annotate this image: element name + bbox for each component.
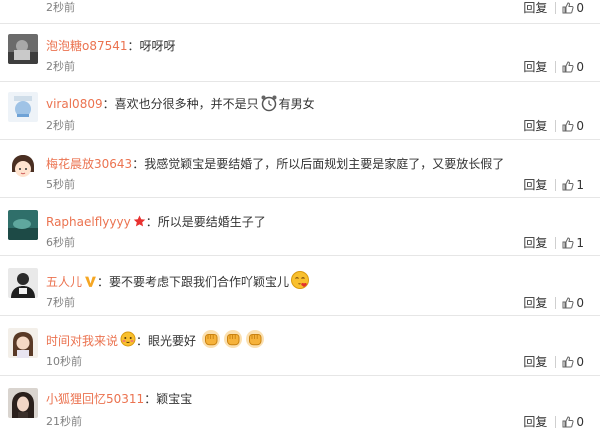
- comment-item: viral0809：喜欢也分很多种，并不是只 有男女 2秒前 回复 0: [0, 82, 600, 140]
- fist-emoji: [223, 329, 243, 355]
- avatar[interactable]: [8, 210, 38, 240]
- comment-item: 时间对我来说 ：眼光要好 10秒前 回复 0: [0, 316, 600, 376]
- avatar[interactable]: [8, 152, 38, 182]
- like-count[interactable]: 0: [576, 295, 584, 311]
- like-count[interactable]: 0: [576, 59, 584, 75]
- vip-v-icon: [84, 274, 97, 294]
- comment-text: 所以是要结婚生子了: [157, 215, 266, 229]
- comment-time: 2秒前: [46, 1, 75, 14]
- like-icon[interactable]: [562, 297, 574, 309]
- comment-item: 五人儿 ：要不要考虑下跟我们合作吖颖宝儿 7秒前 回复 0: [0, 256, 600, 316]
- avatar[interactable]: [8, 328, 38, 358]
- kiss-emoji: [290, 270, 310, 296]
- username[interactable]: 时间对我来说: [46, 334, 118, 348]
- reply-button[interactable]: 回复: [523, 0, 547, 16]
- like-count[interactable]: 0: [576, 414, 584, 430]
- like-icon[interactable]: [562, 179, 574, 191]
- comment-time: 7秒前: [46, 296, 75, 309]
- reply-button[interactable]: 回复: [523, 177, 547, 193]
- avatar[interactable]: [8, 388, 38, 418]
- username[interactable]: 泡泡糖o87541: [46, 39, 128, 53]
- comment-time: 2秒前: [46, 119, 75, 132]
- avatar[interactable]: [8, 268, 38, 298]
- comment-text: 颖宝宝: [156, 392, 193, 406]
- like-icon[interactable]: [562, 61, 574, 73]
- username[interactable]: 梅花晨放30643: [46, 157, 132, 171]
- fist-emoji: [245, 329, 265, 355]
- reply-button[interactable]: 回复: [523, 295, 547, 311]
- comment-actions: 回复 0: [523, 354, 584, 370]
- comment-text: 要不要考虑下跟我们合作吖颖宝儿: [109, 275, 290, 289]
- like-count[interactable]: 0: [576, 0, 584, 16]
- fist-emoji: [201, 329, 221, 355]
- like-count[interactable]: 1: [576, 235, 584, 251]
- divider: [555, 237, 557, 249]
- comment-item: 小狐狸回忆50311：颖宝宝 21秒前 回复 0: [0, 376, 600, 436]
- like-count[interactable]: 1: [576, 177, 584, 193]
- comment-actions: 回复 0: [523, 118, 584, 134]
- reply-button[interactable]: 回复: [523, 59, 547, 75]
- reply-button[interactable]: 回复: [523, 118, 547, 134]
- comment-item: Raphaelflyyyy ：所以是要结婚生子了 6秒前 回复 1: [0, 198, 600, 256]
- divider: [555, 120, 557, 132]
- username[interactable]: 小狐狸回忆50311: [46, 392, 144, 406]
- divider: [555, 61, 557, 73]
- comment-text: 我感觉颖宝是要结婚了，所以后面规划主要是家庭了，又要放长假了: [144, 157, 505, 171]
- username[interactable]: viral0809: [46, 97, 103, 111]
- comment-time: 10秒前: [46, 355, 82, 368]
- divider: [555, 356, 557, 368]
- divider: [555, 179, 557, 191]
- comment-item: 2秒前 回复 0: [0, 0, 600, 24]
- like-count[interactable]: 0: [576, 118, 584, 134]
- comment-list: 2秒前 回复 0 泡泡糖o87541：呀呀呀 2秒前 回复 0 viral080…: [0, 0, 600, 436]
- like-icon[interactable]: [562, 356, 574, 368]
- like-icon[interactable]: [562, 120, 574, 132]
- reply-button[interactable]: 回复: [523, 414, 547, 430]
- comment-item: 梅花晨放30643：我感觉颖宝是要结婚了，所以后面规划主要是家庭了，又要放长假了…: [0, 140, 600, 198]
- divider: [555, 297, 557, 309]
- comment-actions: 回复 1: [523, 235, 584, 251]
- comment-actions: 回复 0: [523, 295, 584, 311]
- avatar[interactable]: [8, 92, 38, 122]
- like-count[interactable]: 0: [576, 354, 584, 370]
- comment-time: 5秒前: [46, 178, 75, 191]
- comment-actions: 回复 0: [523, 0, 584, 16]
- comment-time: 6秒前: [46, 236, 75, 249]
- comment-actions: 回复 1: [523, 177, 584, 193]
- avatar[interactable]: [8, 34, 38, 64]
- comment-text-after: 有男女: [278, 97, 315, 111]
- shy-emoji: [120, 331, 136, 353]
- comment-actions: 回复 0: [523, 59, 584, 75]
- comment-text: 呀呀呀: [139, 39, 176, 53]
- reply-button[interactable]: 回复: [523, 235, 547, 251]
- username[interactable]: 五人儿: [46, 275, 82, 289]
- like-icon[interactable]: [562, 237, 574, 249]
- alarm-clock-emoji: [260, 94, 278, 118]
- comment-item: 泡泡糖o87541：呀呀呀 2秒前 回复 0: [0, 24, 600, 82]
- star-icon: [133, 214, 146, 234]
- like-icon[interactable]: [562, 2, 574, 14]
- divider: [555, 2, 557, 14]
- comment-actions: 回复 0: [523, 414, 584, 430]
- reply-button[interactable]: 回复: [523, 354, 547, 370]
- comment-time: 2秒前: [46, 60, 75, 73]
- username[interactable]: Raphaelflyyyy: [46, 215, 131, 229]
- like-icon[interactable]: [562, 416, 574, 428]
- comment-text: 喜欢也分很多种，并不是只: [114, 97, 259, 111]
- comment-text: 眼光要好: [148, 334, 197, 348]
- divider: [555, 416, 557, 428]
- comment-time: 21秒前: [46, 415, 82, 428]
